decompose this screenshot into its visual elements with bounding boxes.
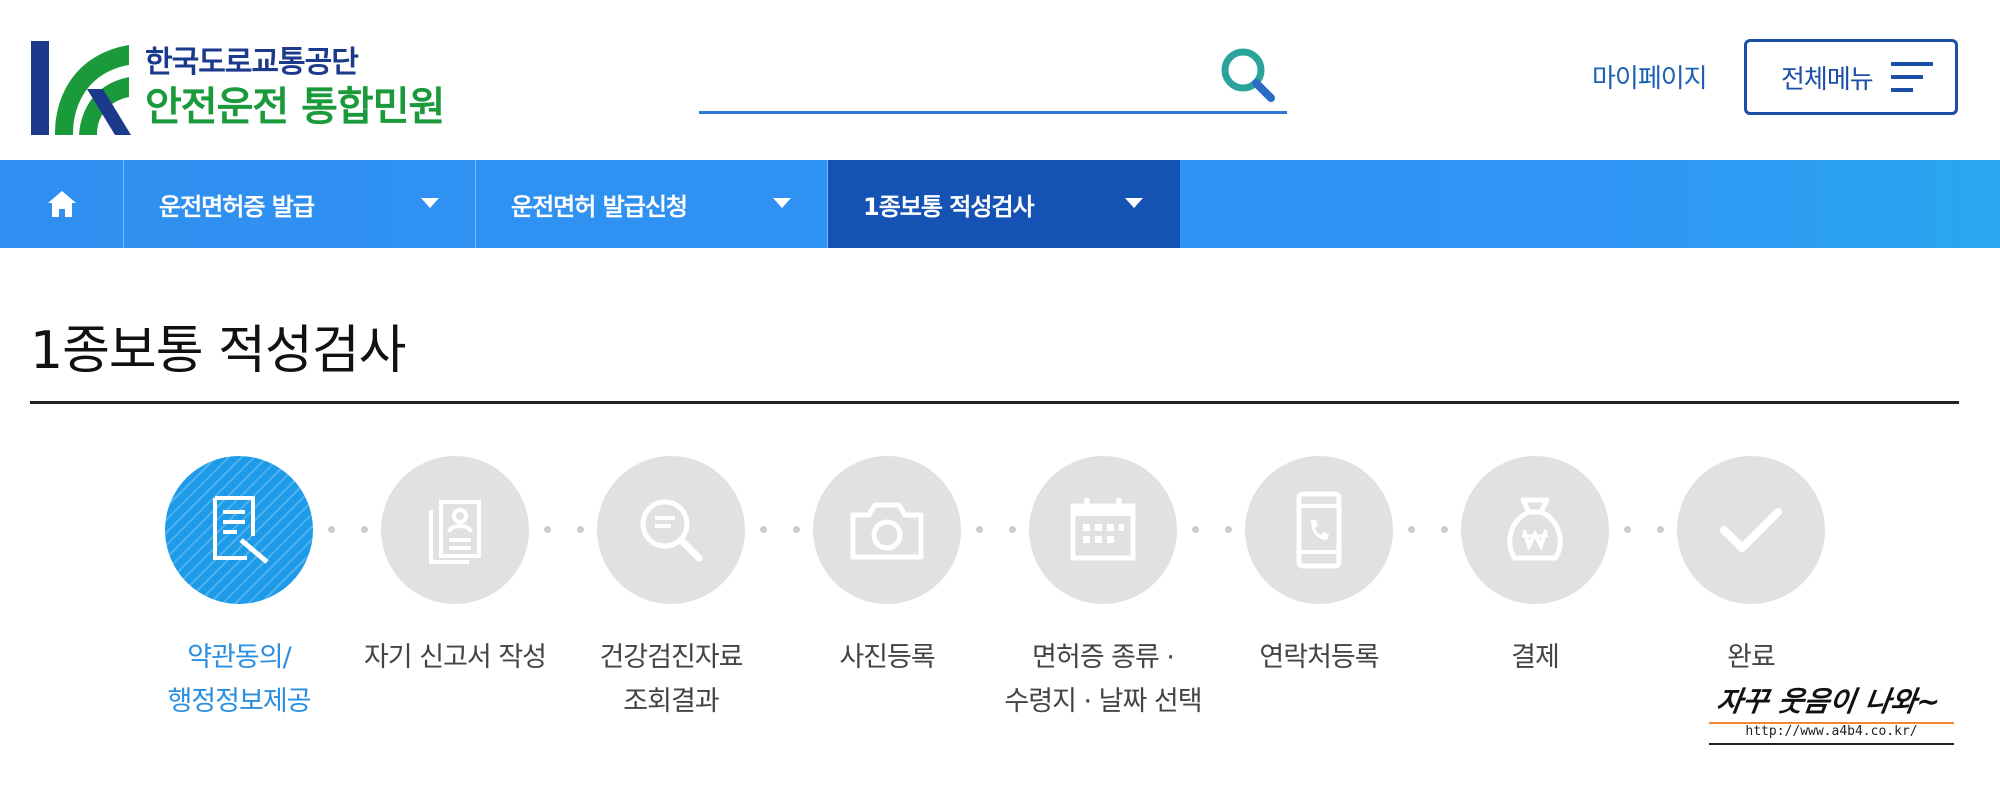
org-name: 한국도로교통공단 [145,45,359,80]
caret-down-icon [773,198,791,208]
step-label: 연락처등록 [1259,642,1379,673]
camera-icon [850,502,924,560]
koroad-logo-icon [31,41,131,135]
step-circle[interactable] [165,456,313,604]
calendar-icon [1070,498,1136,561]
step-contact-register: 연락처등록 [1211,456,1427,746]
document-edit-icon [213,496,269,564]
step-payment: 결제 [1427,456,1643,746]
step-circle[interactable] [813,456,961,604]
service-title: 안전운전 통합민원 [145,84,445,130]
check-icon [1720,508,1782,552]
step-circle[interactable] [597,456,745,604]
watermark-divider [1709,743,1954,745]
site-logo[interactable]: 한국도로교통공단 안전운전 통합민원 [31,38,461,138]
watermark-url: http://www.a4b4.co.kr/ [1745,724,1918,739]
search-document-icon [640,499,703,562]
step-circle[interactable] [1461,456,1609,604]
search-icon [1221,48,1275,102]
nav-item-license-issue[interactable]: 운전면허증 발급 [124,160,476,248]
step-circle[interactable] [1245,456,1393,604]
step-health-check: 건강검진자료 조회결과 [563,456,779,746]
caret-down-icon [421,198,439,208]
all-menu-button[interactable]: 전체메뉴 [1744,39,1958,115]
hamburger-menu-icon [1890,62,1933,92]
step-terms-agreement: 약관동의/ 행정정보제공 [131,456,347,746]
step-label: 사진등록 [839,642,935,673]
search-bar [699,42,1287,114]
step-photo-upload: 사진등록 [779,456,995,746]
breadcrumb-nav: 운전면허증 발급 운전면허 발급신청 1종보통 적성검사 [0,160,2000,248]
step-label: 면허증 종류 · 수령지 · 날짜 선택 [1004,642,1202,717]
step-self-report: 자기 신고서 작성 [347,456,563,746]
search-input[interactable] [699,50,1209,106]
step-circle[interactable] [381,456,529,604]
search-button[interactable] [1217,44,1279,106]
mypage-link[interactable]: 마이페이지 [1592,58,1708,95]
nav-home-button[interactable] [0,160,124,248]
nav-item-label: 운전면허증 발급 [159,192,315,221]
title-divider [30,401,1959,404]
all-menu-label: 전체메뉴 [1781,64,1874,95]
nav-item-issue-application[interactable]: 운전면허 발급신청 [476,160,828,248]
caret-down-icon [1125,198,1143,208]
profile-document-icon [429,500,481,564]
home-icon [47,191,76,217]
nav-item-aptitude-test[interactable]: 1종보통 적성검사 [828,160,1180,248]
step-label: 약관동의/ 행정정보제공 [167,642,311,717]
step-label: 자기 신고서 작성 [363,642,547,673]
step-license-type-select: 면허증 종류 · 수령지 · 날짜 선택 [995,456,1211,746]
step-label: 결제 [1511,642,1560,673]
step-circle[interactable] [1677,456,1825,604]
nav-item-label: 운전면허 발급신청 [511,192,688,221]
progress-steps: 약관동의/ 행정정보제공 자기 신고서 작성 건강검진자료 조회결과 사진등록 … [0,456,2000,756]
header: 한국도로교통공단 안전운전 통합민원 마이페이지 전체메뉴 [0,0,2000,160]
money-bag-icon [1507,497,1563,561]
watermark-text: 자꾸 웃음이 나와~ [1714,685,1943,718]
step-label: 완료 [1727,642,1776,673]
nav-item-label: 1종보통 적성검사 [863,192,1035,221]
step-circle[interactable] [1029,456,1177,604]
mobile-phone-icon [1296,491,1342,569]
blog-watermark: 자꾸 웃음이 나와~ http://www.a4b4.co.kr/ [1709,680,1954,746]
step-label: 건강검진자료 조회결과 [599,642,743,717]
page-title: 1종보통 적성검사 [30,321,406,381]
